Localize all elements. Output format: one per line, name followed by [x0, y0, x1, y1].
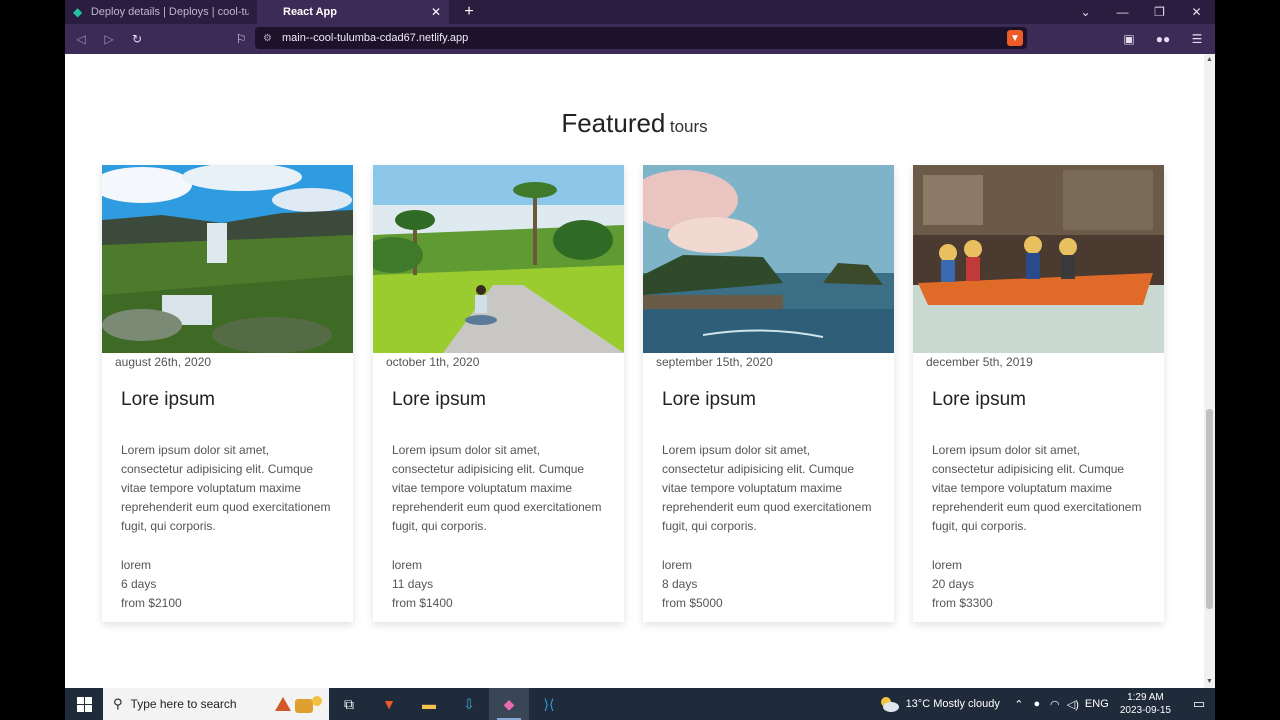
tour-title: Lore ipsum	[932, 389, 1026, 410]
tour-duration: 11 days	[392, 577, 434, 591]
tour-image-boat-market	[913, 165, 1164, 353]
tour-meta: lorem 11 days from $1400	[392, 556, 453, 613]
tour-price: from $3300	[932, 596, 993, 610]
netlify-icon: ◆	[73, 5, 83, 19]
bookmark-icon[interactable]: ⚐	[229, 27, 253, 51]
browser-tab-bar: ◆ Deploy details | Deploys | cool-tulumb…	[65, 0, 1215, 24]
tour-card[interactable]: august 26th, 2020 Lore ipsum Lorem ipsum…	[102, 165, 353, 622]
tour-description: Lorem ipsum dolor sit amet, consectetur …	[662, 443, 872, 533]
section-title: Featured tours	[65, 108, 1204, 139]
close-window-button[interactable]: ✕	[1178, 0, 1215, 24]
tour-image-sea-temple	[643, 165, 894, 353]
window-controls: ⌄ — ❐ ✕	[1067, 0, 1215, 24]
scroll-down-arrow-icon[interactable]: ▼	[1206, 678, 1213, 686]
cloudy-weather-icon	[880, 697, 899, 712]
tour-date: september 15th, 2020	[656, 355, 773, 369]
tour-duration: 8 days	[662, 577, 698, 591]
site-info-icon[interactable]: ⚙	[263, 33, 272, 44]
file-explorer-taskbar-icon[interactable]: ▬	[409, 688, 449, 720]
notifications-icon[interactable]: ▭	[1183, 696, 1215, 712]
maximize-button[interactable]: ❐	[1141, 0, 1178, 24]
screen: ◆ Deploy details | Deploys | cool-tulumb…	[0, 0, 1280, 720]
tour-price: from $5000	[662, 596, 723, 610]
search-icon: ⚲	[113, 696, 123, 711]
brave-active-window-taskbar-icon[interactable]: ◆	[489, 688, 529, 720]
search-highlight-icon	[275, 696, 322, 713]
clock-date: 2023-09-15	[1119, 705, 1171, 716]
tour-card[interactable]: december 5th, 2019 Lore ipsum Lorem ipsu…	[913, 165, 1164, 622]
close-tab-icon[interactable]: ✕	[431, 5, 441, 19]
windows-taskbar: ⚲ Type here to search ⧉ ▼ ▬ ⇩ ◆ ⟩⟨ 13°C …	[65, 688, 1215, 720]
weather-text: 13°C Mostly cloudy	[905, 698, 1000, 710]
forward-button[interactable]: ▷	[97, 27, 121, 51]
start-button[interactable]	[65, 688, 103, 720]
address-bar[interactable]: ⚙ main--cool-tulumba-cdad67.netlify.app …	[255, 27, 1027, 49]
volume-icon[interactable]: ◁)	[1064, 698, 1082, 711]
tour-description: Lorem ipsum dolor sit amet, consectetur …	[932, 443, 1142, 533]
new-tab-button[interactable]: +	[457, 0, 481, 24]
sidebar-icon[interactable]: ▣	[1117, 27, 1141, 51]
minimize-button[interactable]: —	[1104, 0, 1141, 24]
page-scrollbar[interactable]: ▲ ▼	[1204, 54, 1215, 688]
tab-deploy-details[interactable]: ◆ Deploy details | Deploys | cool-tulumb	[65, 0, 257, 24]
microphone-icon[interactable]: ●	[1028, 698, 1046, 710]
toolbar-right: ▣ ●● ☰	[1117, 27, 1209, 51]
tour-meta: lorem 6 days from $2100	[121, 556, 182, 613]
tour-image-waterfall	[102, 165, 353, 353]
task-view-button[interactable]: ⧉	[329, 688, 369, 720]
browser-toolbar: ◁ ▷ ↻ ⚐ ⚙ main--cool-tulumba-cdad67.netl…	[65, 24, 1215, 54]
tab-title: React App	[283, 6, 337, 18]
tour-description: Lorem ipsum dolor sit amet, consectetur …	[121, 443, 331, 533]
tour-date: october 1th, 2020	[386, 355, 480, 369]
tab-react-app[interactable]: React App ✕	[257, 0, 449, 24]
clock[interactable]: 1:29 AM 2023-09-15	[1120, 691, 1171, 717]
tour-duration: 20 days	[932, 577, 975, 591]
tour-image-palm-road	[373, 165, 624, 353]
tour-duration: 6 days	[121, 577, 157, 591]
windows-logo-icon	[76, 696, 92, 712]
back-button[interactable]: ◁	[69, 27, 93, 51]
tour-price: from $1400	[392, 596, 453, 610]
vpn-glasses-icon[interactable]: ●●	[1151, 27, 1175, 51]
web-page: Featured tours august 26th, 2020 Lore ip…	[65, 54, 1204, 688]
chevron-up-icon[interactable]: ⌃	[1010, 698, 1028, 711]
tour-meta: lorem 8 days from $5000	[662, 556, 723, 613]
search-placeholder: Type here to search	[130, 697, 237, 711]
brave-browser-taskbar-icon[interactable]: ▼	[369, 688, 409, 720]
app-taskbar-icon[interactable]: ⇩	[449, 688, 489, 720]
tour-meta: lorem 20 days from $3300	[932, 556, 993, 613]
section-title-main: Featured	[561, 108, 666, 138]
tour-title: Lore ipsum	[662, 389, 756, 410]
section-title-sub: tours	[669, 117, 708, 136]
tour-date: december 5th, 2019	[926, 355, 1033, 369]
clock-time: 1:29 AM	[1127, 692, 1164, 703]
menu-icon[interactable]: ☰	[1185, 27, 1209, 51]
tour-location: lorem	[662, 558, 693, 572]
vscode-taskbar-icon[interactable]: ⟩⟨	[529, 688, 569, 720]
tour-card[interactable]: october 1th, 2020 Lore ipsum Lorem ipsum…	[373, 165, 624, 622]
scroll-up-arrow-icon[interactable]: ▲	[1206, 56, 1213, 64]
url-text: main--cool-tulumba-cdad67.netlify.app	[281, 32, 469, 44]
tour-location: lorem	[121, 558, 152, 572]
reload-button[interactable]: ↻	[125, 27, 149, 51]
brave-shields-icon[interactable]: ▼	[1007, 30, 1023, 46]
tour-date: august 26th, 2020	[115, 355, 212, 369]
system-tray: 13°C Mostly cloudy ⌃ ● ◠ ◁) ENG 1:29 AM …	[878, 688, 1215, 720]
tour-card[interactable]: september 15th, 2020 Lore ipsum Lorem ip…	[643, 165, 894, 622]
tour-location: lorem	[932, 558, 963, 572]
tab-title: Deploy details | Deploys | cool-tulumb	[90, 6, 249, 18]
tour-title: Lore ipsum	[121, 389, 215, 410]
tour-description: Lorem ipsum dolor sit amet, consectetur …	[392, 443, 602, 533]
tour-title: Lore ipsum	[392, 389, 486, 410]
scroll-thumb[interactable]	[1206, 409, 1213, 609]
tour-location: lorem	[392, 558, 423, 572]
weather-widget[interactable]: 13°C Mostly cloudy	[878, 696, 1000, 712]
tour-price: from $2100	[121, 596, 182, 610]
tab-list-icon[interactable]: ⌄	[1067, 0, 1104, 24]
network-icon[interactable]: ◠	[1046, 698, 1064, 711]
taskbar-search-box[interactable]: ⚲ Type here to search	[103, 688, 329, 720]
language-indicator[interactable]: ENG	[1082, 698, 1112, 710]
